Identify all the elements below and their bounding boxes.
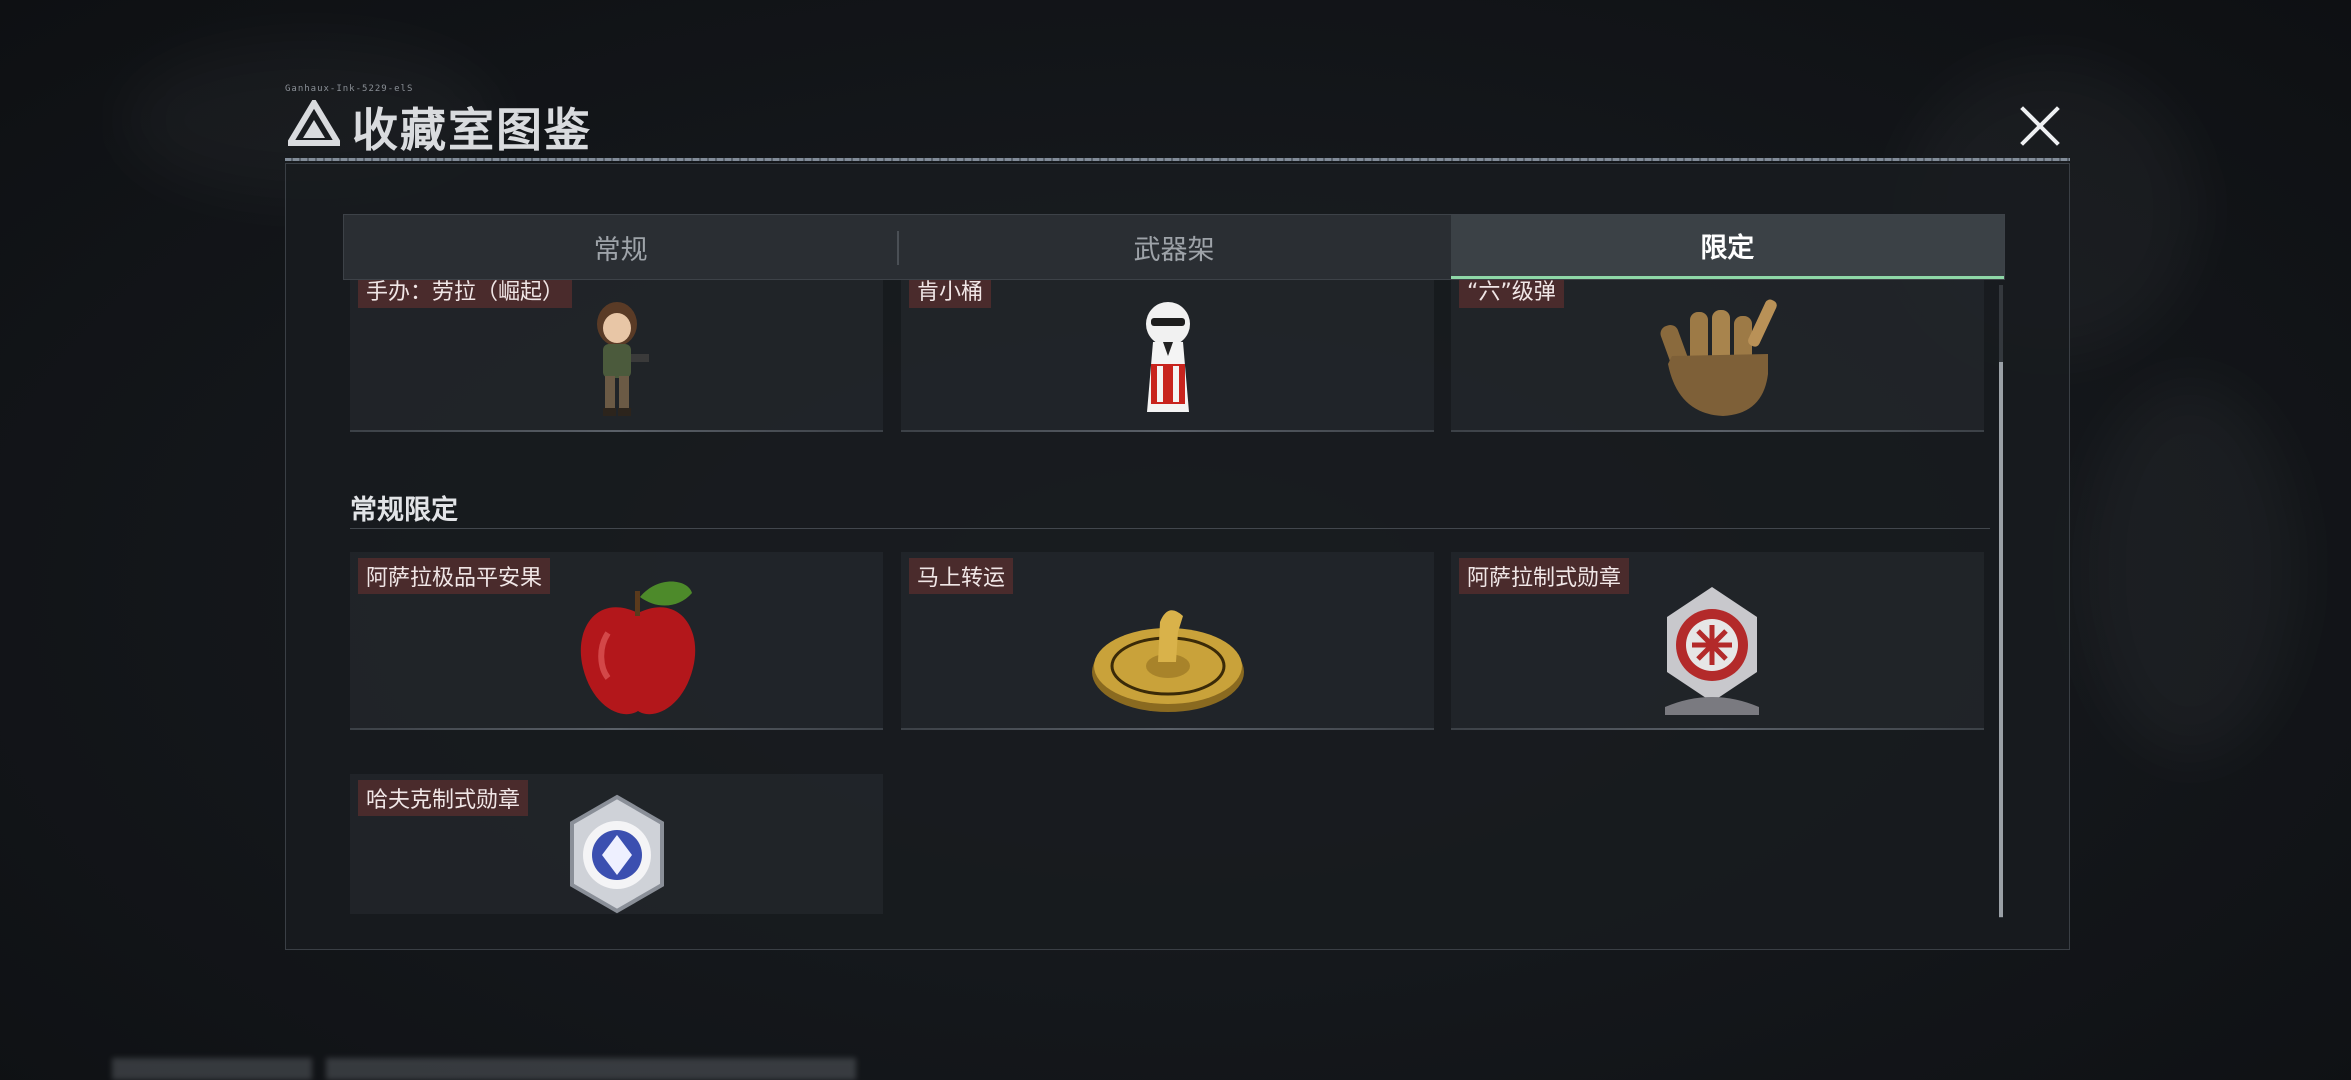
collection-card-apple[interactable]: 阿萨拉极品平安果 (350, 552, 883, 730)
card-label: 肯小桶 (909, 280, 992, 308)
card-label: 阿萨拉制式勋章 (1459, 558, 1630, 594)
collection-card-kfc[interactable]: 肯小桶 (901, 280, 1434, 432)
haavk-medal-icon (569, 794, 664, 914)
horse-wheel-icon (1091, 609, 1244, 712)
card-label: “六”级弹 (1459, 280, 1564, 308)
card-label: 阿萨拉极品平安果 (358, 558, 551, 594)
card-base-line (350, 728, 883, 730)
close-button[interactable] (2010, 96, 2070, 156)
apple-icon (580, 581, 696, 715)
card-label: 手办：劳拉（崛起） (358, 280, 573, 308)
section-title: 常规限定 (350, 495, 458, 526)
asala-medal-icon (1665, 586, 1760, 715)
scrollbar-thumb[interactable] (1999, 362, 2003, 917)
tab-weapon-rack[interactable]: 武器架 (897, 215, 1450, 279)
background-blur (2080, 380, 2300, 760)
card-base-line (1451, 430, 1984, 432)
collection-card-haavk-medal[interactable]: 哈夫克制式勋章 (350, 774, 883, 914)
blurred-footer-text (326, 1058, 856, 1080)
delta-logo-icon (288, 100, 340, 146)
collection-card-lara[interactable]: 手办：劳拉（崛起） (350, 280, 883, 432)
card-base-line (1451, 728, 1984, 730)
card-base-line (350, 430, 883, 432)
card-label: 哈夫克制式勋章 (358, 780, 529, 816)
lara-figure-icon (596, 301, 649, 416)
page-title: 收藏室图鉴 (352, 103, 592, 157)
tab-bar: 常规 武器架 限定 (343, 214, 2005, 280)
card-base-line (901, 728, 1434, 730)
collection-list[interactable]: 手办：劳拉（崛起） 肯小桶 “六”级弹 常规限定 阿萨拉极品平安果 马上转运 阿… (343, 280, 1998, 920)
collection-card-asala-medal[interactable]: 阿萨拉制式勋章 (1451, 552, 1984, 730)
collection-card-horse-wheel[interactable]: 马上转运 (901, 552, 1434, 730)
title-divider (285, 158, 2070, 161)
card-label: 马上转运 (909, 558, 1014, 594)
tab-regular[interactable]: 常规 (344, 215, 897, 279)
kfc-figure-icon (1145, 301, 1190, 412)
tab-limited[interactable]: 限定 (1450, 215, 2004, 279)
card-base-line (901, 430, 1434, 432)
title-caption: Ganhaux-Ink-5229-elS (285, 84, 414, 94)
blurred-footer-text (112, 1058, 312, 1080)
bullet-hand-icon (1660, 299, 1777, 416)
collection-card-bullet[interactable]: “六”级弹 (1451, 280, 1984, 432)
section-divider (350, 528, 1990, 529)
